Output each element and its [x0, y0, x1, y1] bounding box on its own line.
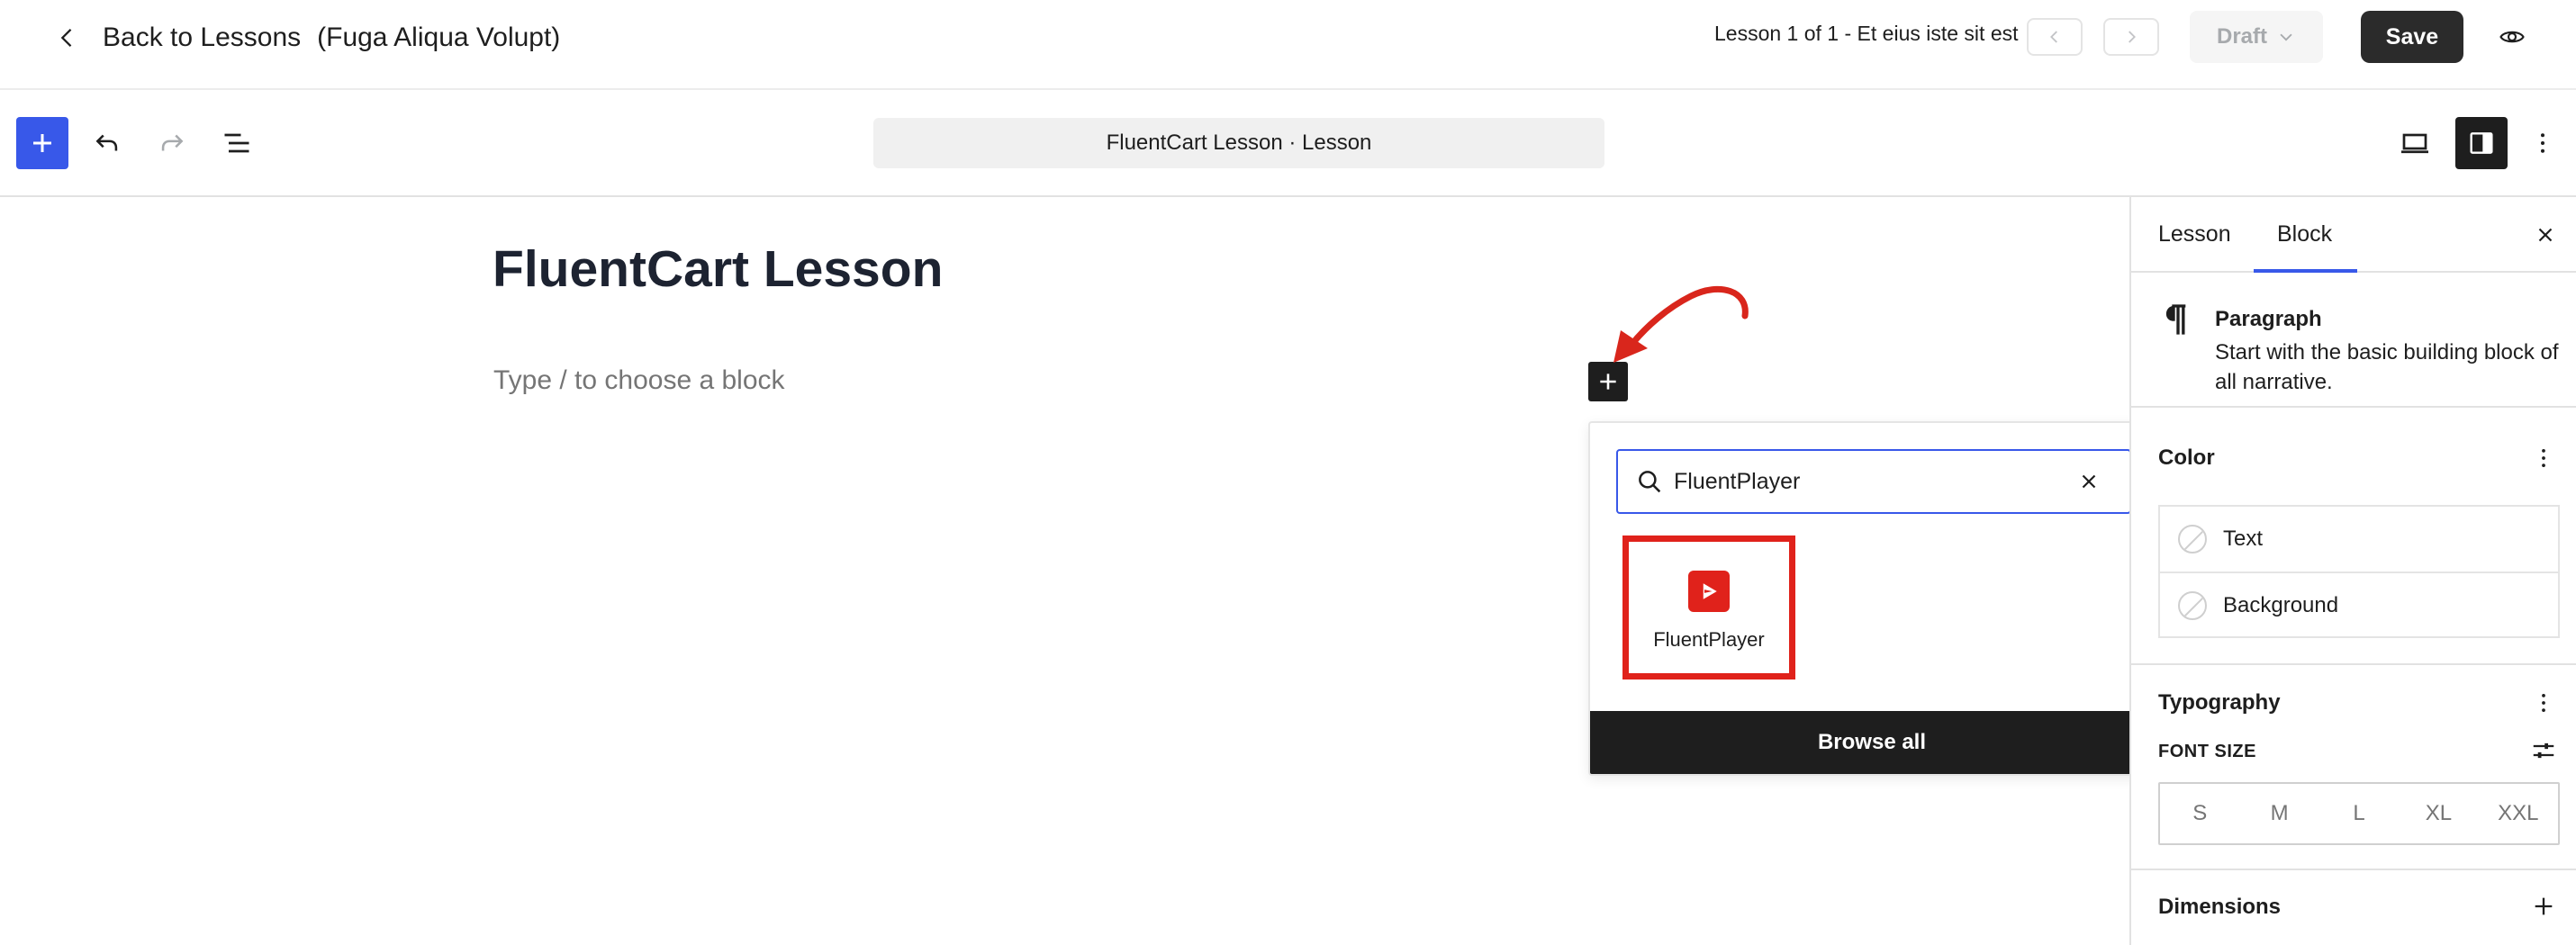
document-title-bar[interactable]: FluentCart Lesson · Lesson: [873, 118, 1604, 168]
eye-icon: [2499, 31, 2525, 43]
block-description: Start with the basic building block of a…: [2215, 340, 2559, 394]
quick-inserter-popover: FluentPlayer Browse all: [1588, 421, 2156, 776]
more-vertical-icon: [2542, 448, 2545, 468]
undo-icon: [95, 134, 118, 151]
block-name: Paragraph: [2215, 307, 2322, 331]
top-header: Back to Lessons (Fuga Aliqua Volupt) Les…: [0, 0, 2576, 90]
course-name: (Fuga Aliqua Volupt): [317, 22, 561, 52]
plus-icon: [33, 134, 51, 152]
browse-all-button[interactable]: Browse all: [1590, 711, 2154, 774]
more-vertical-icon: [2541, 133, 2544, 153]
sidebar-icon: [2470, 132, 2493, 154]
save-button[interactable]: Save: [2361, 11, 2463, 63]
block-search-field[interactable]: [1616, 449, 2131, 514]
block-search-input[interactable]: [1674, 468, 2070, 495]
font-size-option-xl[interactable]: XL: [2399, 784, 2478, 843]
color-options-button[interactable]: [2527, 442, 2560, 474]
block-card: Paragraph Start with the basic building …: [2131, 273, 2576, 408]
next-lesson-button[interactable]: [2103, 18, 2159, 56]
paragraph-icon: [2165, 304, 2186, 335]
inline-block-inserter-button[interactable]: [1588, 362, 1628, 401]
desktop-icon: [2401, 133, 2428, 154]
post-status-label: Draft: [2216, 24, 2267, 49]
lesson-counter: Lesson 1 of 1 - Et eius iste sit est: [1714, 22, 2019, 45]
chevron-right-icon: [2129, 31, 2136, 43]
settings-toggle-button[interactable]: [2455, 117, 2508, 169]
document-overview-button[interactable]: [215, 122, 258, 165]
settings-sidebar: Lesson Block Paragraph Start with the ba…: [2129, 197, 2576, 945]
block-result-fluentplayer[interactable]: FluentPlayer: [1622, 536, 1795, 680]
color-settings: Text Background: [2158, 505, 2560, 638]
list-view-icon: [224, 133, 249, 153]
clear-search-button[interactable]: [2074, 466, 2104, 497]
custom-font-size-button[interactable]: [2527, 735, 2560, 766]
color-item-label: Background: [2223, 593, 2339, 617]
color-panel-heading: Color: [2158, 446, 2215, 470]
close-icon: [2538, 228, 2553, 242]
preview-button[interactable]: [2492, 18, 2532, 56]
chevron-left-icon: [2050, 31, 2057, 43]
chevron-left-icon: [60, 28, 72, 48]
sidebar-tabs: Lesson Block: [2131, 197, 2576, 273]
typography-options-button[interactable]: [2527, 687, 2560, 719]
chevron-down-icon: [2280, 33, 2292, 41]
panel-divider: [2131, 868, 2576, 870]
background-color-control[interactable]: Background: [2160, 572, 2558, 638]
back-to-lessons-label: Back to Lessons: [103, 22, 302, 52]
redo-button[interactable]: [150, 122, 194, 165]
device-preview-button[interactable]: [2393, 122, 2436, 165]
plus-icon: [1600, 374, 1616, 390]
editor-toolbar: FluentCart Lesson · Lesson: [0, 90, 2576, 197]
dimensions-panel-heading: Dimensions: [2158, 895, 2282, 919]
font-size-label: FONT SIZE: [2158, 742, 2256, 761]
back-to-lessons-link[interactable]: Back to Lessons (Fuga Aliqua Volupt): [52, 16, 560, 59]
tab-block[interactable]: Block: [2253, 197, 2358, 273]
block-inserter-toggle[interactable]: [16, 117, 68, 169]
font-size-option-l[interactable]: L: [2319, 784, 2399, 843]
close-sidebar-button[interactable]: [2529, 219, 2562, 251]
font-size-picker: S M L XL XXL: [2158, 782, 2560, 845]
panel-divider: [2131, 663, 2576, 665]
block-placeholder[interactable]: Type / to choose a block: [493, 365, 785, 396]
typography-panel-heading: Typography: [2158, 690, 2281, 715]
font-size-option-xxl[interactable]: XXL: [2479, 784, 2558, 843]
block-result-label: FluentPlayer: [1653, 628, 1765, 651]
text-color-control[interactable]: Text: [2160, 507, 2558, 572]
more-vertical-icon: [2542, 693, 2545, 713]
options-menu-button[interactable]: [2523, 122, 2562, 165]
font-size-option-s[interactable]: S: [2160, 784, 2239, 843]
empty-swatch-icon: [2178, 525, 2207, 554]
settings-sliders-icon: [2533, 742, 2554, 759]
annotation-arrow-icon: [1613, 285, 1749, 363]
post-title[interactable]: FluentCart Lesson: [493, 239, 943, 299]
font-size-option-m[interactable]: M: [2239, 784, 2318, 843]
empty-swatch-icon: [2178, 591, 2207, 620]
fluentplayer-icon: [1688, 571, 1730, 612]
close-icon: [2082, 474, 2096, 489]
plus-icon: [2535, 897, 2553, 915]
dimensions-options-button[interactable]: [2527, 890, 2560, 922]
undo-button[interactable]: [86, 122, 129, 165]
search-icon: [1639, 471, 1661, 493]
color-item-label: Text: [2223, 526, 2264, 551]
tab-lesson[interactable]: Lesson: [2158, 197, 2231, 271]
redo-icon: [161, 134, 184, 151]
previous-lesson-button[interactable]: [2027, 18, 2083, 56]
post-status-dropdown[interactable]: Draft: [2190, 11, 2323, 63]
